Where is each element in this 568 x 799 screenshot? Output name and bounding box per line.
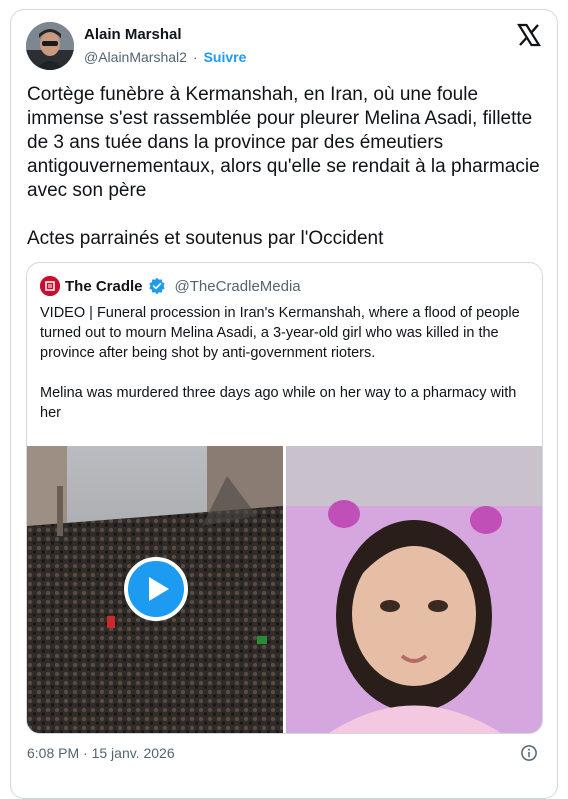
tweet-card: Alain Marshal @AlainMarshal2 · Suivre Co… [10,9,558,799]
author-handle[interactable]: @AlainMarshal2 [84,49,187,65]
video-thumbnail[interactable] [27,446,283,733]
avatar[interactable] [26,22,74,70]
tweet-text: Cortège funèbre à Kermanshah, en Iran, o… [27,84,540,249]
x-logo-icon[interactable] [517,23,541,47]
quoted-text: VIDEO | Funeral procession in Iran's Ker… [40,305,520,421]
quoted-header: The Cradle @TheCradleMedia [40,276,301,296]
quoted-author-name[interactable]: The Cradle [65,278,143,295]
tweet-timestamp[interactable]: 6:08 PM · 15 janv. 2026 [27,745,175,761]
play-icon [149,577,169,601]
play-button[interactable] [124,557,188,621]
verified-badge-icon [148,277,165,295]
child-portrait-image [286,446,542,733]
author-meta: @AlainMarshal2 · Suivre [84,49,246,65]
author-name[interactable]: Alain Marshal [84,26,182,43]
quoted-tweet[interactable]: The Cradle @TheCradleMedia VIDEO | Funer… [26,262,543,734]
child-photo[interactable] [286,446,542,733]
quoted-author-handle[interactable]: @TheCradleMedia [175,278,301,295]
the-cradle-logo-icon [40,276,60,296]
info-icon[interactable] [520,744,538,762]
follow-button[interactable]: Suivre [204,49,247,65]
separator: · [192,49,198,65]
avatar-image [26,22,74,70]
